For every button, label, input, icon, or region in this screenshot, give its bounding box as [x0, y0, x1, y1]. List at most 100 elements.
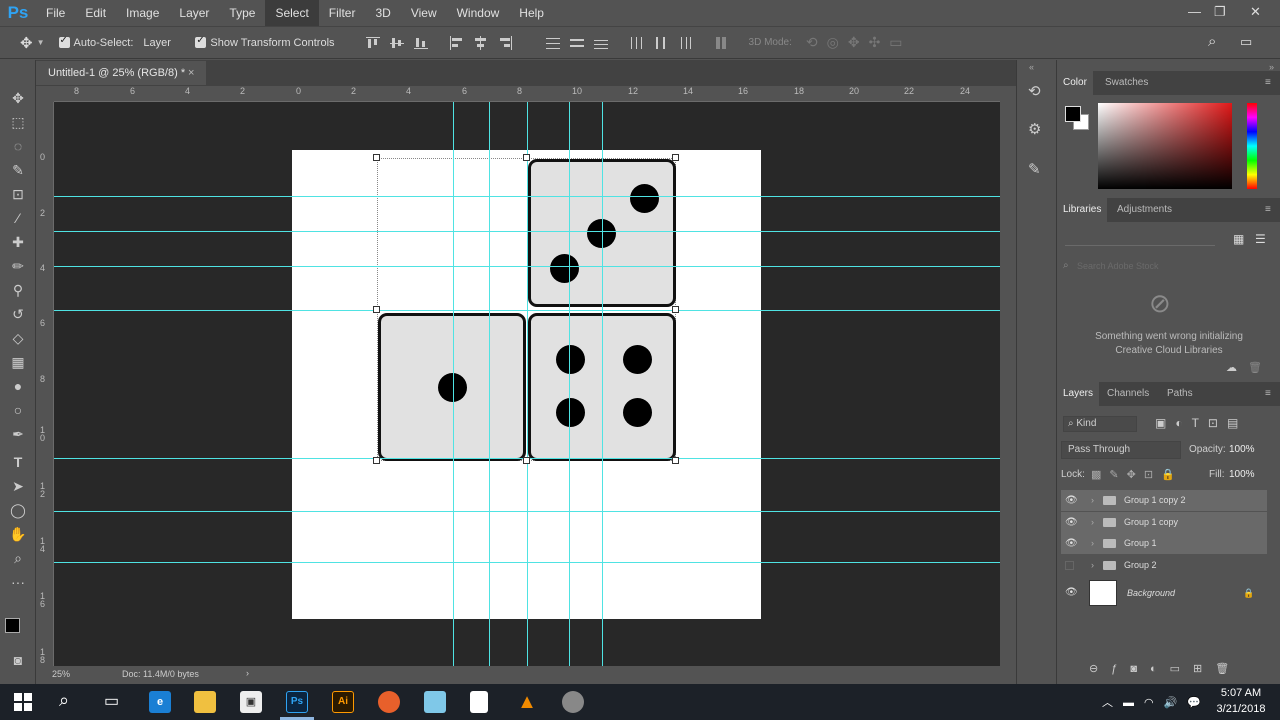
auto-select-checkbox[interactable] — [58, 35, 70, 48]
tab-layers[interactable]: Layers — [1057, 382, 1100, 406]
chevron-right-icon[interactable]: › — [1091, 533, 1094, 554]
history-brush-icon[interactable]: ↺ — [8, 304, 28, 324]
task-view-icon[interactable]: ▭ — [104, 691, 119, 711]
collapse-icon[interactable]: « — [1029, 62, 1034, 72]
ellipse-tool-icon[interactable]: ◯ — [8, 500, 28, 520]
distribute-vcenter-icon[interactable] — [569, 36, 585, 50]
layer-filter-dropdown[interactable]: ⌕ Kind — [1063, 416, 1137, 432]
chevron-down-icon[interactable]: ▼ — [37, 38, 45, 47]
clock-time[interactable]: 5:07 AM — [1216, 687, 1266, 699]
menu-file[interactable]: File — [36, 0, 75, 26]
more-tools-icon[interactable]: ··· — [8, 572, 28, 592]
dodge-tool-icon[interactable]: ○ — [8, 400, 28, 420]
eyedropper-tool-icon[interactable]: ⁄ — [8, 208, 28, 228]
blend-mode-dropdown[interactable]: Pass Through — [1061, 441, 1181, 459]
transform-handle[interactable] — [373, 154, 380, 161]
eraser-tool-icon[interactable]: ◇ — [8, 328, 28, 348]
chevron-right-icon[interactable]: › — [1091, 512, 1094, 533]
guide-vertical[interactable] — [569, 102, 570, 666]
distribute-top-icon[interactable] — [545, 36, 561, 50]
transform-handle[interactable] — [523, 457, 530, 464]
hue-slider[interactable] — [1247, 103, 1257, 189]
eye-icon[interactable]: 👁 — [1065, 533, 1078, 554]
properties-panel-icon[interactable]: ⚙ — [1028, 120, 1041, 138]
move-tool-icon[interactable]: ✥ — [20, 34, 33, 52]
marquee-tool-icon[interactable]: ⬚ — [8, 112, 28, 132]
app-icon[interactable] — [424, 691, 446, 713]
menu-edit[interactable]: Edit — [75, 0, 116, 26]
document-tab[interactable]: Untitled-1 @ 25% (RGB/8) * × — [36, 61, 206, 85]
close-tab-icon[interactable]: × — [188, 61, 194, 85]
search-icon[interactable]: ⌕ — [59, 690, 69, 711]
transform-handle[interactable] — [523, 154, 530, 161]
layer-row[interactable]: › Group 2 — [1061, 555, 1267, 576]
menu-image[interactable]: Image — [116, 0, 169, 26]
library-dropdown[interactable] — [1065, 232, 1215, 246]
lock-icons[interactable]: ▩✎✥⊡🔒 — [1091, 468, 1183, 481]
tab-adjustments[interactable]: Adjustments — [1111, 198, 1178, 222]
tab-channels[interactable]: Channels — [1101, 382, 1155, 406]
menu-type[interactable]: Type — [219, 0, 265, 26]
distribute-right-icon[interactable] — [677, 36, 693, 50]
panel-menu-icon[interactable]: ≡ — [1259, 71, 1277, 95]
layer-filter-icons[interactable]: ▣◐T⊡▤ — [1155, 416, 1247, 430]
distribute-left-icon[interactable] — [629, 36, 645, 50]
zoom-level[interactable]: 25% — [52, 669, 70, 679]
vlc-icon[interactable]: ▲ — [516, 691, 538, 713]
transform-handle[interactable] — [373, 457, 380, 464]
crop-tool-icon[interactable]: ⊡ — [8, 184, 28, 204]
show-transform-checkbox[interactable] — [195, 35, 207, 48]
stock-search-input[interactable]: Search Adobe Stock — [1077, 261, 1159, 271]
type-tool-icon[interactable]: T — [8, 452, 28, 472]
character-panel-icon[interactable]: ✎ — [1028, 160, 1041, 178]
panel-menu-icon[interactable]: ≡ — [1259, 198, 1277, 222]
pen-tool-icon[interactable]: ✒ — [8, 424, 28, 444]
tab-paths[interactable]: Paths — [1161, 382, 1199, 406]
system-tray-icons[interactable]: ︿▬◠🔊💬 — [1102, 694, 1211, 710]
eye-icon[interactable]: 👁 — [1065, 512, 1078, 533]
store-icon[interactable]: ▣ — [240, 691, 262, 713]
minimize-icon[interactable]: — — [1188, 4, 1201, 19]
history-panel-icon[interactable]: ⟲ — [1028, 82, 1041, 100]
lasso-tool-icon[interactable]: ◌ — [8, 136, 28, 156]
transform-handle[interactable] — [672, 457, 679, 464]
clock-date[interactable]: 3/21/2018 — [1212, 703, 1270, 715]
align-bottom-icon[interactable] — [413, 36, 429, 50]
menu-filter[interactable]: Filter — [319, 0, 366, 26]
foreground-color-swatch[interactable] — [5, 618, 20, 633]
app-icon[interactable] — [562, 691, 584, 713]
chevron-right-icon[interactable]: › — [1091, 490, 1094, 511]
guide-vertical[interactable] — [602, 102, 603, 666]
windows-start-icon[interactable] — [14, 693, 32, 711]
auto-align-icon[interactable] — [713, 36, 729, 50]
tab-libraries[interactable]: Libraries — [1057, 198, 1108, 222]
move-tool-icon[interactable]: ✥ — [8, 88, 28, 108]
zoom-tool-icon[interactable]: ⌕ — [8, 548, 28, 568]
layer-row-background[interactable]: 👁 Background 🔒 — [1061, 578, 1267, 608]
grid-view-icon[interactable]: ▦ — [1233, 232, 1244, 246]
distribute-hcenter-icon[interactable] — [653, 36, 669, 50]
search-icon[interactable]: ⌕ — [1208, 33, 1216, 50]
guide-vertical[interactable] — [489, 102, 490, 666]
guide-vertical[interactable] — [527, 102, 528, 666]
notepad-icon[interactable] — [470, 691, 488, 713]
layer-row[interactable]: 👁 › Group 1 copy 2 — [1061, 490, 1267, 511]
align-right-icon[interactable] — [497, 35, 513, 50]
restore-icon[interactable]: ❐ — [1214, 4, 1226, 20]
die-one[interactable] — [378, 313, 526, 461]
eye-icon[interactable]: 👁 — [1065, 490, 1078, 511]
distribute-bottom-icon[interactable] — [593, 36, 609, 50]
file-explorer-icon[interactable] — [194, 691, 216, 713]
close-icon[interactable]: ✕ — [1250, 4, 1261, 20]
menu-select[interactable]: Select — [265, 0, 319, 26]
color-picker-field[interactable] — [1098, 103, 1232, 189]
opacity-value[interactable]: 100% — [1229, 444, 1255, 455]
blur-tool-icon[interactable]: ● — [8, 376, 28, 396]
lock-icon[interactable]: 🔒 — [1243, 578, 1254, 608]
hand-tool-icon[interactable]: ✋ — [8, 524, 28, 544]
foreground-color-chip[interactable] — [1065, 106, 1081, 122]
illustrator-icon[interactable]: Ai — [332, 691, 354, 713]
tab-color[interactable]: Color — [1057, 71, 1093, 95]
workspace-icon[interactable]: ▭ — [1240, 34, 1252, 50]
transform-handle[interactable] — [672, 306, 679, 313]
